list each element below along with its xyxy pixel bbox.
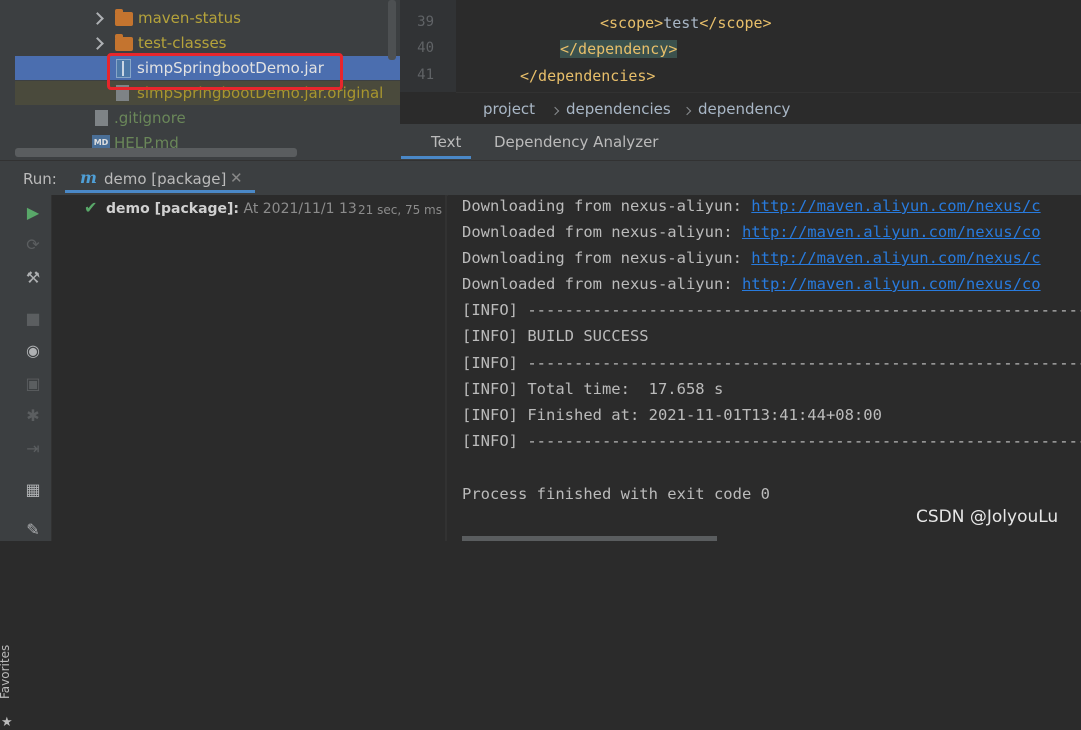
run-tab-demo-package[interactable]: demo [package]	[104, 170, 226, 188]
debug-icon[interactable]: ✱	[25, 408, 41, 424]
exit-icon[interactable]: ⇥	[25, 441, 41, 457]
console-link[interactable]: http://maven.aliyun.com/nexus/co	[742, 275, 1041, 293]
console-text: Downloaded from nexus-aliyun:	[462, 223, 742, 241]
line-number: 41	[417, 67, 434, 83]
wrench-icon[interactable]: ⚒	[25, 270, 41, 286]
xml-close-tag: </scope>	[699, 14, 772, 32]
console-line: Downloading from nexus-aliyun: http://ma…	[462, 249, 1041, 267]
console-link[interactable]: http://maven.aliyun.com/nexus/c	[751, 197, 1040, 215]
line-number: 39	[417, 14, 434, 30]
gitignore-file-icon	[95, 110, 108, 126]
run-node-timestamp: At 2021/11/1 13	[243, 201, 357, 217]
console-line: [INFO] BUILD SUCCESS	[462, 327, 649, 345]
run-tree-node[interactable]: demo [package]: At 2021/11/1 13	[106, 201, 357, 217]
check-icon: ✔	[84, 198, 98, 217]
console-line: [INFO] Total time: 17.658 s	[462, 380, 724, 398]
console-link[interactable]: http://maven.aliyun.com/nexus/c	[751, 249, 1040, 267]
console-text: Downloaded from nexus-aliyun:	[462, 275, 742, 293]
tree-item-label: test-classes	[138, 34, 227, 52]
console-line: Downloading from nexus-aliyun: http://ma…	[462, 197, 1041, 215]
editor-gutter: 39 40 41	[400, 0, 456, 92]
console-link[interactable]: http://maven.aliyun.com/nexus/co	[742, 223, 1041, 241]
breadcrumb-item[interactable]: dependencies	[566, 100, 671, 118]
breadcrumb-item[interactable]: project	[483, 100, 535, 118]
tree-item-label: .gitignore	[114, 109, 186, 127]
console-line: Downloaded from nexus-aliyun: http://mav…	[462, 275, 1041, 293]
run-node-title: demo [package]:	[106, 201, 240, 217]
folder-icon	[115, 34, 133, 51]
rerun-icon[interactable]: ▶	[25, 205, 41, 221]
console-text: Downloading from nexus-aliyun:	[462, 197, 752, 215]
run-tree-panel	[52, 195, 447, 541]
tab-text[interactable]: Text	[431, 133, 461, 151]
layout-icon[interactable]: ▦	[25, 482, 41, 498]
code-line-41: </dependencies>	[520, 67, 655, 85]
chevron-right-icon	[682, 106, 692, 116]
active-tab-indicator	[65, 190, 255, 193]
console-line: Process finished with exit code 0	[462, 485, 770, 503]
xml-open-tag: <scope>	[600, 14, 664, 32]
tree-horizontal-scrollbar[interactable]	[15, 148, 297, 157]
console-line: [INFO] ---------------------------------…	[462, 432, 1081, 450]
highlight-annotation-box	[107, 53, 343, 90]
run-node-duration: 21 sec, 75 ms	[356, 203, 442, 217]
tree-item-label: maven-status	[138, 9, 241, 27]
console-line: [INFO] ---------------------------------…	[462, 354, 1081, 372]
rerun-failed-icon[interactable]: ⟳	[25, 237, 41, 253]
breadcrumb: project dependencies dependency	[456, 92, 1081, 125]
code-line-40: </dependency>	[560, 40, 678, 58]
eye-icon[interactable]: ◉	[25, 343, 41, 359]
tree-item-gitignore[interactable]: .gitignore	[15, 106, 400, 130]
chevron-right-icon	[550, 106, 560, 116]
console-line: Downloaded from nexus-aliyun: http://mav…	[462, 223, 1041, 241]
favorites-strip: Favorites ★	[0, 195, 15, 730]
tree-vertical-scrollbar[interactable]	[388, 0, 396, 60]
line-number: 40	[417, 40, 434, 56]
pin-icon[interactable]: ✎	[25, 522, 41, 538]
run-label: Run:	[23, 170, 57, 188]
tree-item-maven-status[interactable]: maven-status	[15, 6, 400, 30]
folder-icon	[115, 9, 133, 26]
maven-icon: m	[80, 168, 97, 187]
breadcrumb-item[interactable]: dependency	[698, 100, 790, 118]
xml-close-tag: </dependencies>	[520, 67, 656, 85]
console-line: [INFO] ---------------------------------…	[462, 301, 1081, 319]
console-text: Downloading from nexus-aliyun:	[462, 249, 752, 267]
editor-bottom-tabs: Text Dependency Analyzer	[400, 124, 1081, 160]
favorites-tab[interactable]: Favorites	[0, 645, 12, 699]
camera-icon[interactable]: ▣	[25, 376, 41, 392]
console-horizontal-scrollbar[interactable]	[462, 536, 717, 541]
active-tab-indicator	[401, 156, 471, 159]
console-line: [INFO] Finished at: 2021-11-01T13:41:44+…	[462, 406, 882, 424]
stop-icon[interactable]: ■	[25, 311, 41, 327]
chevron-right-icon[interactable]	[91, 37, 104, 50]
close-icon[interactable]: ✕	[230, 169, 243, 187]
code-editor[interactable]: <scope>test</scope> </dependency> </depe…	[456, 0, 1081, 92]
watermark: CSDN @JolyouLu	[916, 507, 1059, 527]
left-tool-strip	[0, 0, 16, 160]
code-line-39: <scope>test</scope>	[600, 14, 772, 32]
star-icon[interactable]: ★	[1, 715, 13, 730]
xml-text: test	[663, 14, 700, 32]
chevron-right-icon[interactable]	[91, 12, 104, 25]
tab-dependency-analyzer[interactable]: Dependency Analyzer	[494, 133, 658, 151]
xml-close-tag: </dependency>	[560, 40, 678, 58]
tree-item-test-classes[interactable]: test-classes	[15, 31, 400, 55]
